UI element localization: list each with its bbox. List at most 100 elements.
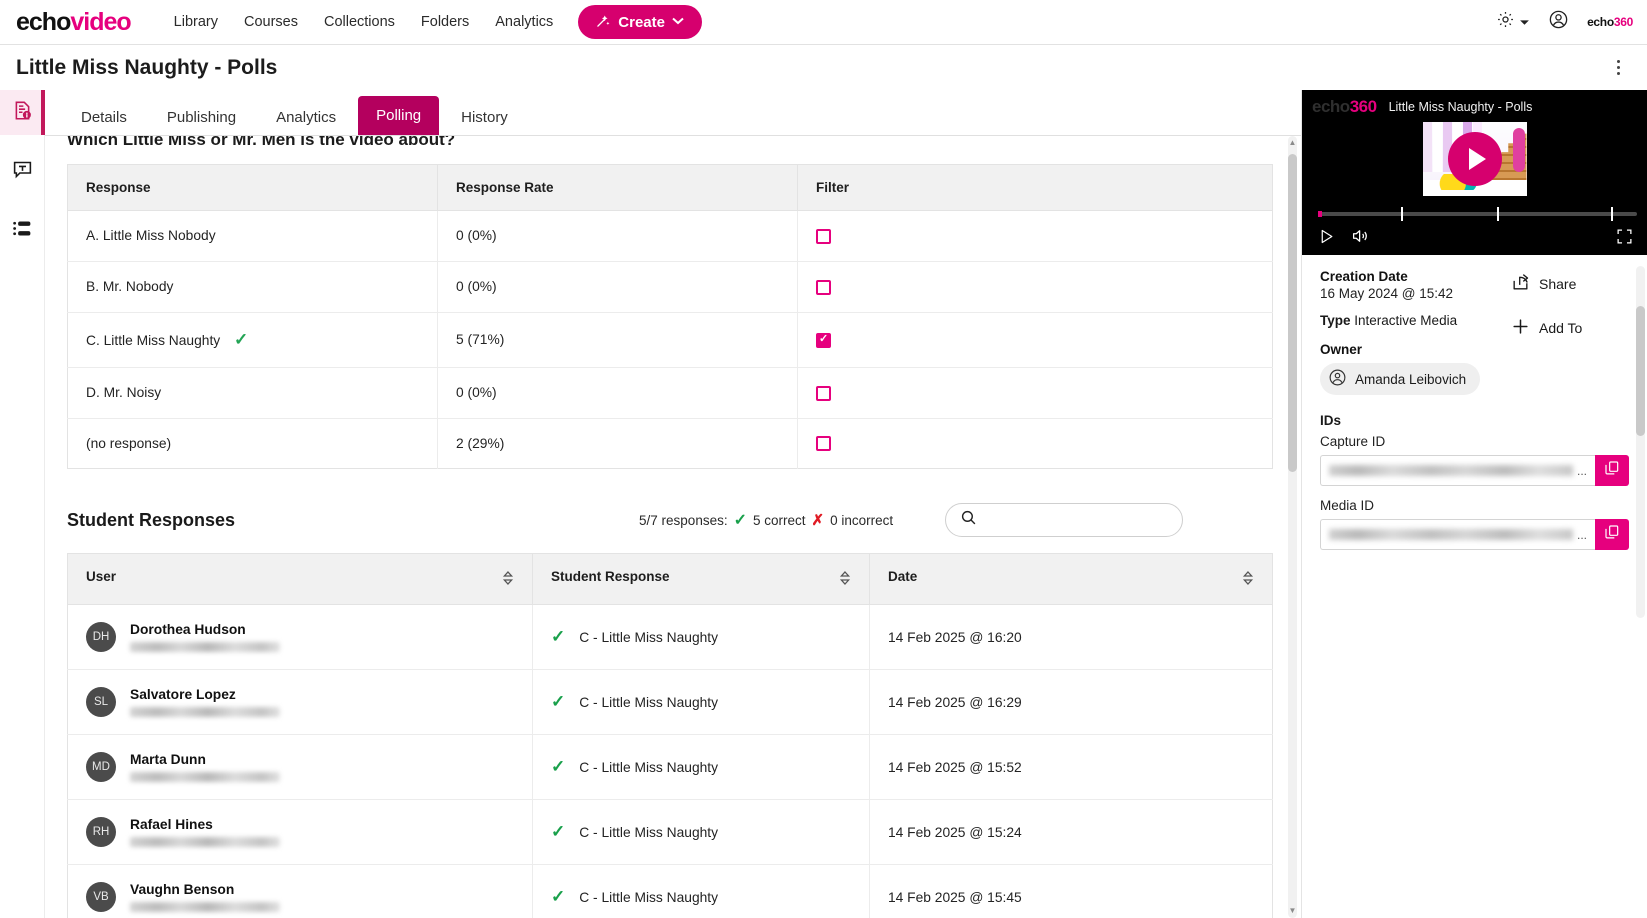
student-date-cell: 14 Feb 2025 @ 15:24 bbox=[869, 799, 1273, 866]
filter-checkbox[interactable] bbox=[816, 279, 831, 295]
student-col-response-label: Student Response bbox=[551, 569, 670, 585]
play-overlay-icon[interactable] bbox=[1447, 132, 1502, 186]
student-response-cell: ✓ C - Little Miss Naughty bbox=[532, 734, 870, 801]
top-navigation-bar: echovideo Library Courses Collections Fo… bbox=[0, 0, 1647, 45]
student-response-text: C - Little Miss Naughty bbox=[579, 824, 719, 840]
create-button[interactable]: Create bbox=[578, 5, 702, 39]
copy-media-id-button[interactable] bbox=[1595, 519, 1629, 550]
nav-item-analytics[interactable]: Analytics bbox=[482, 8, 566, 36]
poll-rate-cell: 0 (0%) bbox=[437, 367, 798, 419]
scroll-down-arrow-icon[interactable]: ▼ bbox=[1288, 906, 1297, 916]
student-user-cell: RH Rafael Hines bbox=[67, 799, 533, 866]
media-id-field[interactable]: ... bbox=[1320, 519, 1595, 550]
transcript-icon bbox=[12, 159, 33, 185]
filter-checkbox[interactable] bbox=[816, 385, 831, 401]
tab-history[interactable]: History bbox=[443, 100, 526, 135]
capture-id-label: Capture ID bbox=[1320, 434, 1386, 449]
player-timeline[interactable] bbox=[1318, 206, 1637, 222]
sort-toggle-icon[interactable] bbox=[1242, 570, 1254, 589]
student-response-cell: ✓ C - Little Miss Naughty bbox=[532, 669, 870, 736]
rail-item-polling[interactable] bbox=[0, 208, 44, 253]
sort-toggle-icon[interactable] bbox=[502, 570, 514, 589]
nav-item-library[interactable]: Library bbox=[161, 8, 231, 36]
settings-menu-button[interactable] bbox=[1496, 10, 1530, 34]
tab-analytics[interactable]: Analytics bbox=[258, 100, 354, 135]
nav-item-courses[interactable]: Courses bbox=[231, 8, 311, 36]
poll-rate-cell: 2 (29%) bbox=[437, 418, 798, 469]
student-user-cell: DH Dorothea Hudson bbox=[67, 604, 533, 671]
logo-video-text: video bbox=[70, 7, 131, 36]
student-col-user[interactable]: User bbox=[67, 553, 533, 606]
detail-left-column: Creation Date 16 May 2024 @ 15:42 Type I… bbox=[1320, 269, 1511, 395]
filter-checkbox[interactable] bbox=[816, 228, 831, 244]
polling-content: Which Little Miss or Mr. Men is the vide… bbox=[45, 136, 1301, 918]
tab-details[interactable]: Details bbox=[63, 100, 145, 135]
content-scrollbar[interactable]: ▲ ▼ bbox=[1288, 136, 1297, 918]
student-name: Dorothea Hudson bbox=[130, 622, 246, 638]
copy-capture-id-button[interactable] bbox=[1595, 455, 1629, 486]
tab-polling[interactable]: Polling bbox=[358, 96, 440, 135]
user-account-button[interactable] bbox=[1548, 9, 1569, 35]
timeline-marker[interactable] bbox=[1611, 207, 1614, 221]
main-shell: Details Publishing Analytics Polling His… bbox=[0, 90, 1647, 918]
scrollbar-thumb[interactable] bbox=[1288, 154, 1297, 472]
player-echo360-logo: echo360 bbox=[1312, 97, 1377, 117]
search-box[interactable] bbox=[945, 503, 1184, 538]
right-info-panel: echo360 Little Miss Naughty - Polls Crea… bbox=[1302, 90, 1647, 918]
scroll-up-arrow-icon[interactable]: ▲ bbox=[1288, 138, 1297, 148]
timeline-marker[interactable] bbox=[1496, 207, 1499, 221]
panel-scrollbar-thumb[interactable] bbox=[1636, 306, 1645, 436]
playhead[interactable] bbox=[1318, 211, 1322, 217]
volume-icon[interactable] bbox=[1351, 227, 1369, 250]
capture-id-field[interactable]: ... bbox=[1320, 455, 1595, 486]
student-user-cell: VB Vaughn Benson bbox=[67, 864, 533, 918]
more-vertical-icon[interactable] bbox=[1605, 55, 1631, 81]
poll-col-rate: Response Rate bbox=[437, 164, 798, 211]
media-id-ellipsis: ... bbox=[1576, 527, 1587, 542]
correct-check-icon: ✓ bbox=[551, 627, 566, 647]
timeline-marker[interactable] bbox=[1400, 207, 1403, 221]
poll-table-body: A. Little Miss Nobody 0 (0%) B. Mr. Nobo… bbox=[67, 210, 1273, 469]
brandmark-echo: echo bbox=[1587, 15, 1614, 29]
play-icon[interactable] bbox=[1318, 228, 1335, 250]
echovideo-logo[interactable]: echovideo bbox=[16, 7, 132, 36]
media-id-label: Media ID bbox=[1320, 498, 1375, 513]
timeline-track[interactable] bbox=[1318, 212, 1637, 216]
creation-date-value: 16 May 2024 @ 15:42 bbox=[1320, 286, 1454, 301]
add-to-button[interactable]: Add To bbox=[1511, 317, 1629, 339]
nav-item-collections[interactable]: Collections bbox=[311, 8, 408, 36]
owner-chip[interactable]: Amanda Leibovich bbox=[1320, 363, 1481, 395]
poll-filter-cell bbox=[797, 312, 1273, 368]
poll-table-head: Response Response Rate Filter bbox=[67, 164, 1273, 211]
filter-checkbox[interactable] bbox=[816, 332, 831, 348]
student-col-response[interactable]: Student Response bbox=[532, 553, 870, 606]
search-input[interactable] bbox=[986, 512, 1169, 528]
poll-rate-cell: 0 (0%) bbox=[437, 261, 798, 313]
panel-scrollbar[interactable] bbox=[1636, 266, 1645, 618]
fullscreen-icon[interactable] bbox=[1616, 228, 1633, 250]
poll-response-label: C. Little Miss Naughty bbox=[86, 332, 221, 348]
response-summary-count: 5/7 responses: bbox=[639, 512, 728, 528]
correct-answer-check-icon: ✓ bbox=[234, 329, 249, 349]
student-date-cell: 14 Feb 2025 @ 15:52 bbox=[869, 734, 1273, 801]
page-title: Little Miss Naughty - Polls bbox=[16, 55, 278, 79]
sort-toggle-icon[interactable] bbox=[839, 570, 851, 589]
poll-filter-cell bbox=[797, 210, 1273, 262]
player-stage[interactable] bbox=[1302, 120, 1647, 198]
share-button[interactable]: Share bbox=[1511, 273, 1629, 295]
tab-publishing[interactable]: Publishing bbox=[149, 100, 254, 135]
table-row: RH Rafael Hines ✓ C - Little Miss Naught… bbox=[67, 799, 1273, 866]
rail-item-details[interactable] bbox=[0, 90, 45, 135]
table-row: D. Mr. Noisy 0 (0%) bbox=[67, 367, 1273, 419]
nav-item-folders[interactable]: Folders bbox=[408, 8, 482, 36]
student-col-date[interactable]: Date bbox=[869, 553, 1273, 606]
rail-item-transcript[interactable] bbox=[0, 149, 44, 194]
filter-checkbox[interactable] bbox=[816, 436, 831, 452]
brandmark-360: 360 bbox=[1613, 15, 1633, 29]
video-player[interactable]: echo360 Little Miss Naughty - Polls bbox=[1302, 90, 1647, 255]
player-logo-echo: echo bbox=[1312, 97, 1350, 116]
left-icon-rail bbox=[0, 90, 45, 918]
student-table-body: DH Dorothea Hudson ✓ C - Little Miss Nau… bbox=[67, 604, 1273, 918]
share-label: Share bbox=[1539, 276, 1577, 292]
polling-list-icon bbox=[12, 218, 33, 244]
